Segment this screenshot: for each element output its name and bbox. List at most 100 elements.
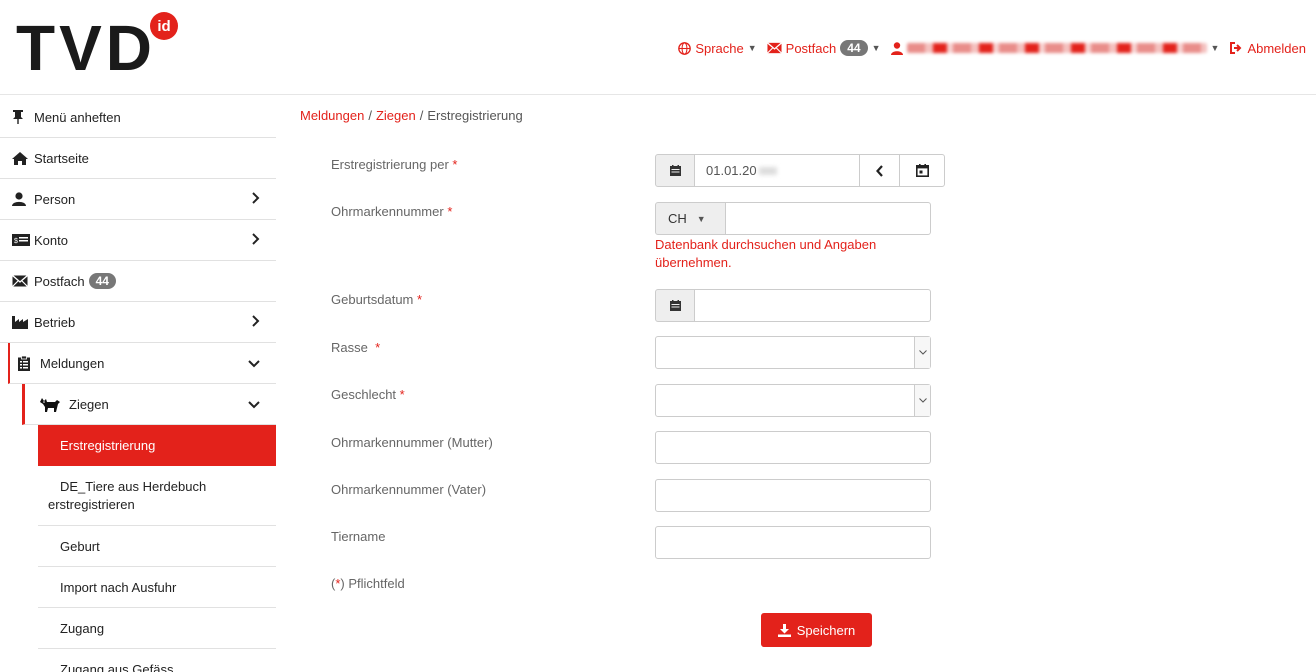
sidebar-item-entry[interactable]: Zugang xyxy=(38,608,276,649)
sign-out-icon xyxy=(1230,42,1242,54)
sidebar-item-de-herdbook[interactable]: DE_Tiere aus Herdebuch erstregistrieren xyxy=(38,466,276,526)
svg-text:$: $ xyxy=(14,238,18,245)
logout-label: Abmelden xyxy=(1247,40,1306,56)
header: TVD id Sprache ▼ Postfach 44 ▼ ▼ Abmelde… xyxy=(0,0,1316,95)
breed-label: Rasse * xyxy=(331,340,380,355)
sidebar-item-entry-from-vessel[interactable]: Zugang aus Gefäss xyxy=(38,649,276,672)
chevron-right-icon xyxy=(252,233,260,248)
sidebar-item-import-after-export[interactable]: Import nach Ausfuhr xyxy=(38,567,276,608)
sidebar-item-mailbox[interactable]: Postfach 44 xyxy=(0,261,276,302)
mailbox-label: Postfach xyxy=(785,40,837,56)
goat-icon xyxy=(39,396,69,412)
envelope-icon xyxy=(766,42,782,54)
sidebar-item-label: Betrieb xyxy=(34,314,76,330)
home-icon xyxy=(12,151,34,165)
date-redacted xyxy=(758,166,777,175)
chevron-down-icon xyxy=(248,356,260,371)
birth-date-label: Geburtsdatum * xyxy=(331,292,422,307)
sidebar-item-label: Zugang aus Gefäss xyxy=(60,662,174,672)
sidebar: Menü anheften Startseite Person $ Konto … xyxy=(0,97,276,672)
user-menu[interactable]: ▼ xyxy=(890,41,1220,55)
sidebar-item-pin-menu[interactable]: Menü anheften xyxy=(0,97,276,138)
country-code-dropdown[interactable]: CH ▼ xyxy=(655,202,726,235)
registration-date-label: Erstregistrierung per * xyxy=(331,157,457,172)
caret-down-icon: ▼ xyxy=(1210,43,1220,53)
sidebar-item-reports[interactable]: Meldungen xyxy=(8,343,276,384)
required-note-text: Pflichtfeld xyxy=(348,576,405,591)
sidebar-item-person[interactable]: Person xyxy=(0,179,276,220)
sidebar-item-goats[interactable]: Ziegen xyxy=(22,384,276,425)
sex-select[interactable] xyxy=(655,384,931,417)
previous-date-button[interactable] xyxy=(859,154,900,187)
chevron-left-icon xyxy=(875,164,883,177)
logo[interactable]: TVD id xyxy=(16,8,178,88)
sidebar-item-label: DE_Tiere aus Herdebuch xyxy=(60,478,207,494)
breed-select[interactable] xyxy=(655,336,931,369)
breadcrumb: Meldungen / Ziegen / Erstregistrierung xyxy=(300,108,523,123)
language-menu[interactable]: Sprache ▼ xyxy=(678,41,757,56)
save-button[interactable]: Speichern xyxy=(761,613,872,647)
thumbtack-icon xyxy=(12,110,34,124)
required-star: * xyxy=(447,204,453,219)
sidebar-item-label: Ziegen xyxy=(69,396,109,412)
sidebar-item-label: Person xyxy=(34,191,76,207)
logout-link[interactable]: Abmelden xyxy=(1229,41,1306,56)
caret-down-icon: ▼ xyxy=(696,213,706,224)
sidebar-item-farm[interactable]: Betrieb xyxy=(0,302,276,343)
calendar-icon xyxy=(669,165,681,176)
sidebar-item-label: Zugang xyxy=(60,620,105,636)
sidebar-item-account[interactable]: $ Konto xyxy=(0,220,276,261)
calendar-addon xyxy=(655,289,695,322)
registration-date-input[interactable]: 01.01.20 xyxy=(694,154,860,187)
animal-name-label: Tiername xyxy=(331,529,386,544)
select-arrow xyxy=(914,337,930,368)
sidebar-item-label: Import nach Ausfuhr xyxy=(60,579,177,595)
required-star: * xyxy=(452,157,458,172)
caret-down-icon: ▼ xyxy=(747,43,757,53)
chevron-down-icon xyxy=(918,350,927,355)
caret-down-icon: ▼ xyxy=(871,43,881,53)
sidebar-item-home[interactable]: Startseite xyxy=(0,138,276,179)
money-card-icon: $ xyxy=(12,234,34,246)
user-icon xyxy=(890,41,903,55)
breadcrumb-separator: / xyxy=(419,108,424,123)
chevron-down-icon xyxy=(918,398,927,403)
sidebar-item-first-registration[interactable]: Erstregistrierung xyxy=(38,425,276,466)
animal-name-input[interactable] xyxy=(655,526,931,559)
country-code-value: CH xyxy=(668,211,687,226)
required-star: * xyxy=(399,387,405,402)
mailbox-count-badge: 44 xyxy=(840,40,868,56)
sidebar-item-label: Startseite xyxy=(34,150,89,166)
label-text: Ohrmarkennummer xyxy=(331,204,444,219)
required-star: * xyxy=(417,292,423,307)
breadcrumb-current: Erstregistrierung xyxy=(427,108,523,123)
user-name-redacted xyxy=(906,43,1207,53)
sidebar-item-label: Meldungen xyxy=(40,355,105,371)
logo-id-badge: id xyxy=(150,12,178,40)
birth-date-input[interactable] xyxy=(694,289,931,322)
chevron-right-icon xyxy=(252,192,260,207)
breadcrumb-separator: / xyxy=(368,108,372,123)
sidebar-item-birth[interactable]: Geburt xyxy=(38,526,276,567)
date-picker-button[interactable] xyxy=(899,154,945,187)
mailbox-count-badge: 44 xyxy=(88,273,116,289)
search-database-link[interactable]: Datenbank durchsuchen und Angaben überne… xyxy=(655,236,925,272)
sidebar-item-label: Geburt xyxy=(60,538,100,554)
user-icon xyxy=(12,192,34,206)
label-text: Geschlecht xyxy=(331,387,397,402)
label-text: Erstregistrierung per xyxy=(331,157,449,172)
ear-tag-label: Ohrmarkennummer * xyxy=(331,204,452,219)
father-tag-label: Ohrmarkennummer (Vater) xyxy=(331,482,487,497)
chevron-down-icon xyxy=(248,397,260,412)
download-icon xyxy=(777,623,791,637)
breadcrumb-link-goats[interactable]: Ziegen xyxy=(376,108,416,123)
father-tag-input[interactable] xyxy=(655,479,931,512)
ear-tag-input[interactable] xyxy=(725,202,931,235)
label-text: Rasse xyxy=(331,340,368,355)
breadcrumb-link-reports[interactable]: Meldungen xyxy=(300,108,364,123)
mother-tag-input[interactable] xyxy=(655,431,931,464)
clipboard-list-icon xyxy=(18,355,40,371)
logo-text: TVD xyxy=(16,12,156,84)
mailbox-menu[interactable]: Postfach 44 ▼ xyxy=(766,40,881,56)
sidebar-item-label: erstregistrieren xyxy=(48,496,135,512)
